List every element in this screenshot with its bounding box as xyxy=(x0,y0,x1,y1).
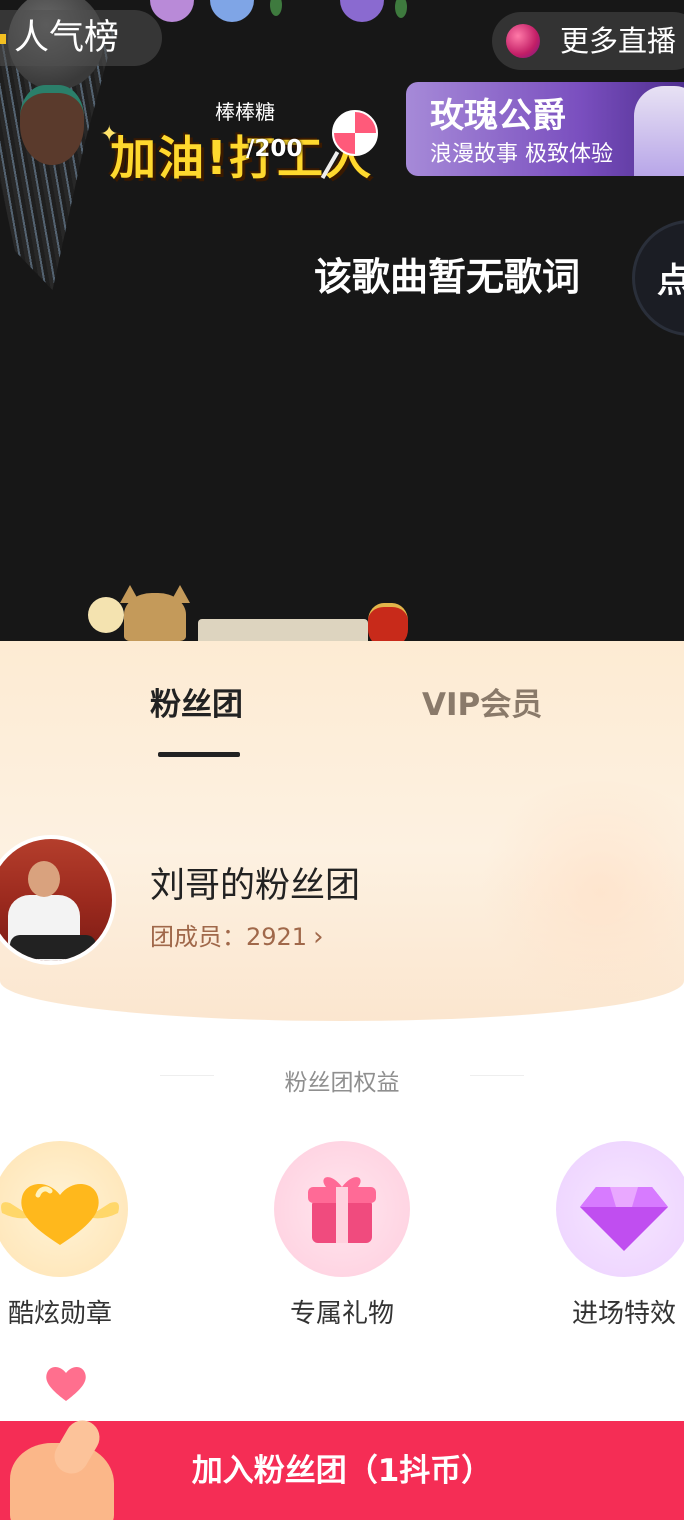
decorative-bar xyxy=(198,619,368,641)
member-count-link[interactable]: 团成员：2921 › xyxy=(150,917,323,952)
promo-banner[interactable]: 玫瑰公爵 浪漫故事 极致体验 xyxy=(406,82,684,176)
heart-medal-icon xyxy=(1,1183,119,1245)
finger-heart-hand-icon xyxy=(10,1367,120,1520)
live-stream-view: 人气榜 更多直播 棒棒糖 ✦ 加油!打工人 /200 ✦ 玫瑰公爵 浪漫故事 极… xyxy=(0,0,684,641)
tab-fan-club[interactable]: 粉丝团 xyxy=(150,679,243,724)
benefits-title: 粉丝团权益 xyxy=(284,1070,400,1096)
benefit-label: 进场特效 xyxy=(571,1299,676,1329)
flower-decoration xyxy=(210,0,254,22)
more-live-button[interactable]: 更多直播 xyxy=(492,12,684,70)
gift-task-banner[interactable]: 棒棒糖 ✦ 加油!打工人 /200 ✦ xyxy=(100,92,434,192)
rank-indicator-icon xyxy=(0,34,6,44)
member-count: 2921 xyxy=(246,923,308,951)
tab-vip[interactable]: VIP会员 xyxy=(422,679,542,724)
diamond-icon xyxy=(580,1187,668,1251)
lyrics-text: 该歌曲暂无歌词 xyxy=(314,255,581,299)
leaf-decoration xyxy=(395,0,407,18)
benefit-label: 专属礼物 xyxy=(289,1299,394,1329)
more-live-label: 更多直播 xyxy=(560,24,677,58)
gift-icon xyxy=(308,1177,376,1243)
bottom-decorations xyxy=(88,585,418,641)
song-request-button[interactable]: 点 xyxy=(632,220,684,336)
fan-group-name: 刘哥的粉丝团 xyxy=(150,866,361,906)
lollipop-icon xyxy=(332,110,378,156)
popularity-rank-button[interactable]: 人气榜 xyxy=(0,10,162,66)
cat-icon xyxy=(120,585,190,641)
fan-club-sheet: 粉丝团 VIP会员 刘哥的粉丝团 团成员：2921 › 粉丝团权益 酷炫勋章 专… xyxy=(0,641,684,1520)
lantern-icon xyxy=(368,603,408,641)
active-tab-indicator xyxy=(158,752,240,757)
flower-decoration xyxy=(340,0,384,22)
member-label: 团成员： xyxy=(150,923,246,951)
benefit-icon-background xyxy=(556,1141,684,1277)
decorative-flowers xyxy=(150,0,440,30)
flower-decoration xyxy=(150,0,194,22)
benefit-label: 酷炫勋章 xyxy=(7,1299,112,1329)
sheet-header: 粉丝团 VIP会员 刘哥的粉丝团 团成员：2921 › xyxy=(0,641,684,1021)
divider xyxy=(470,1075,524,1076)
chevron-right-icon: › xyxy=(313,922,324,952)
promo-title: 玫瑰公爵 xyxy=(430,96,566,136)
rank-label: 人气榜 xyxy=(14,18,120,58)
owner-avatar[interactable] xyxy=(0,835,116,965)
planet-icon xyxy=(506,24,540,58)
moon-icon xyxy=(88,597,124,633)
promo-character-image xyxy=(634,86,684,176)
heart-background xyxy=(470,781,684,1001)
task-gift-name: 棒棒糖 xyxy=(215,100,275,124)
song-request-label: 点 xyxy=(657,261,684,301)
heart-icon xyxy=(46,1367,86,1401)
leaf-decoration xyxy=(270,0,282,16)
benefit-icon-background xyxy=(274,1141,410,1277)
promo-subtitle: 浪漫故事 极致体验 xyxy=(430,142,613,167)
benefit-icon-background xyxy=(0,1141,128,1277)
task-progress: /200 xyxy=(246,136,303,162)
